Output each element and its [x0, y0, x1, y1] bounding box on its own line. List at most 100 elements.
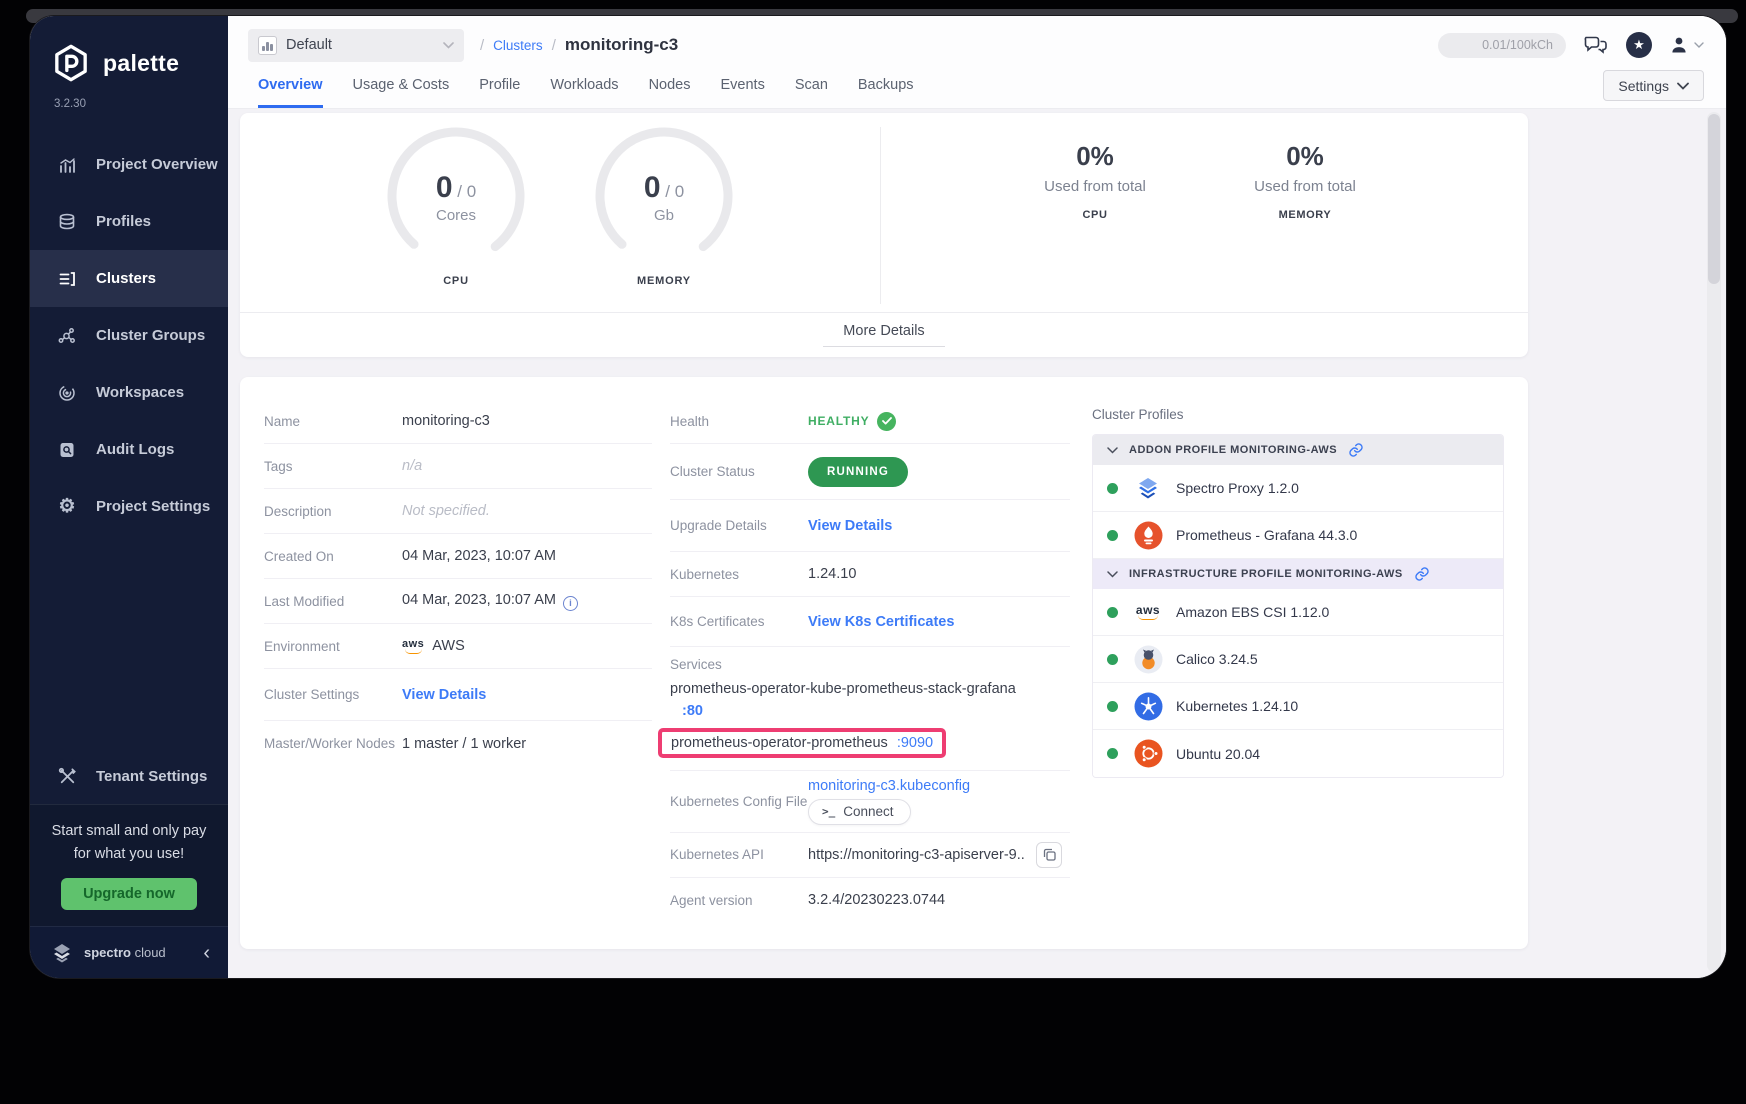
tab-backups[interactable]: Backups	[858, 66, 914, 108]
connect-button[interactable]: >_ Connect	[808, 799, 911, 825]
sidebar-item-label: Profiles	[96, 213, 151, 230]
cluster-tabs: Overview Usage & Costs Profile Workloads…	[258, 66, 914, 108]
profile-item-prometheus-grafana[interactable]: Prometheus - Grafana 44.3.0	[1093, 512, 1503, 559]
ubuntu-icon	[1133, 739, 1163, 769]
sidebar-item-audit-logs[interactable]: Audit Logs	[30, 421, 228, 478]
tags-value: n/a	[402, 458, 422, 474]
cluster-list-icon	[56, 268, 78, 290]
sidebar-item-clusters[interactable]: Clusters	[30, 250, 228, 307]
user-icon	[1669, 35, 1689, 55]
row-description: Description Not specified.	[264, 489, 652, 534]
service-grafana-port-link[interactable]: :80	[670, 701, 1070, 721]
tab-profile[interactable]: Profile	[479, 66, 520, 108]
created-on-value: 04 Mar, 2023, 10:07 AM	[402, 548, 556, 564]
memory-gauge: 0 / 0 Gb MEMORY	[591, 123, 737, 269]
status-dot	[1107, 483, 1118, 494]
view-k8s-certificates-link[interactable]: View K8s Certificates	[808, 614, 954, 630]
tab-usage-costs[interactable]: Usage & Costs	[353, 66, 450, 108]
profile-item-amazon-ebs-csi[interactable]: aws Amazon EBS CSI 1.12.0	[1093, 589, 1503, 636]
sidebar-item-tenant-settings[interactable]: Tenant Settings	[30, 748, 228, 804]
status-dot	[1107, 654, 1118, 665]
usage-meter: 0.01/100kCh	[1438, 33, 1566, 58]
spectro-cloud-logo-icon	[50, 941, 74, 965]
tab-overview[interactable]: Overview	[258, 66, 323, 108]
service-prometheus-port-link[interactable]: :9090	[897, 735, 933, 751]
metrics-divider	[880, 127, 881, 304]
cluster-settings-link[interactable]: View Details	[402, 687, 486, 703]
cpu-gauge-label: CPU	[383, 275, 529, 287]
metrics-card: 0 / 0 Cores CPU 0 / 0	[240, 113, 1528, 357]
scrollbar-track[interactable]	[1707, 112, 1721, 972]
nodes-icon	[56, 325, 78, 347]
row-last-modified: Last Modified 04 Mar, 2023, 10:07 AMi	[264, 579, 652, 624]
row-cluster-status: Cluster Status RUNNING	[670, 444, 1070, 500]
profile-item-spectro-proxy[interactable]: Spectro Proxy 1.2.0	[1093, 465, 1503, 512]
sidebar-item-cluster-groups[interactable]: Cluster Groups	[30, 307, 228, 364]
app-version: 3.2.30	[30, 84, 228, 110]
profile-item-calico[interactable]: Calico 3.24.5	[1093, 636, 1503, 683]
kubernetes-api-value: https://monitoring-c3-apiserver-9...	[808, 847, 1026, 863]
tab-nodes[interactable]: Nodes	[649, 66, 691, 108]
cluster-profiles-title: Cluster Profiles	[1092, 407, 1504, 422]
profile-item-kubernetes[interactable]: Kubernetes 1.24.10	[1093, 683, 1503, 730]
star-badge-icon[interactable]: ★	[1626, 32, 1652, 58]
infrastructure-profile-header[interactable]: INFRASTRUCTURE PROFILE MONITORING-AWS	[1093, 559, 1503, 589]
memory-gauge-unit: Gb	[591, 207, 737, 224]
sidebar-item-label: Project Settings	[96, 498, 210, 515]
row-upgrade-details: Upgrade Details View Details	[670, 500, 1070, 552]
kubernetes-version-value: 1.24.10	[808, 566, 856, 582]
row-agent-version: Agent version 3.2.4/20230223.0744	[670, 878, 1070, 923]
app-window: palette 3.2.30 Project Overview	[30, 16, 1726, 978]
tab-events[interactable]: Events	[720, 66, 764, 108]
row-name: Name monitoring-c3	[264, 399, 652, 444]
sidebar-collapse-icon[interactable]: ‹	[203, 943, 210, 963]
chevron-down-icon	[1677, 82, 1689, 90]
layers-icon	[56, 211, 78, 233]
status-dot	[1107, 701, 1118, 712]
aws-icon: aws	[402, 639, 424, 654]
project-chart-icon	[258, 36, 277, 55]
scrollbar-thumb[interactable]	[1708, 114, 1720, 284]
row-cluster-settings: Cluster Settings View Details	[264, 669, 652, 721]
more-details-button[interactable]: More Details	[823, 323, 944, 347]
cpu-gauge: 0 / 0 Cores CPU	[383, 123, 529, 269]
project-selector-value: Default	[286, 37, 434, 53]
terminal-prompt-icon: >_	[822, 805, 835, 818]
settings-button[interactable]: Settings	[1603, 70, 1704, 101]
chat-icon[interactable]	[1583, 34, 1609, 56]
aws-icon: aws	[1133, 597, 1163, 627]
link-icon[interactable]	[1348, 442, 1364, 458]
copy-icon[interactable]	[1036, 842, 1062, 868]
user-menu[interactable]	[1669, 35, 1704, 55]
row-environment: Environment aws AWS	[264, 624, 652, 669]
tab-workloads[interactable]: Workloads	[550, 66, 618, 108]
sidebar-item-workspaces[interactable]: Workspaces	[30, 364, 228, 421]
highlighted-service-prometheus: prometheus-operator-prometheus :9090	[658, 728, 946, 758]
calico-icon	[1133, 644, 1163, 674]
header: Default / Clusters / monitoring-c3 0.01/…	[228, 16, 1726, 109]
agent-version-value: 3.2.4/20230223.0744	[808, 892, 945, 908]
project-selector[interactable]: Default	[248, 29, 464, 62]
sidebar-item-project-settings[interactable]: ⚙ Project Settings	[30, 478, 228, 535]
upgrade-details-link[interactable]: View Details	[808, 518, 892, 534]
breadcrumb: / Clusters / monitoring-c3	[480, 35, 678, 55]
kubeconfig-file-link[interactable]: monitoring-c3.kubeconfig	[808, 778, 970, 794]
chevron-down-icon	[1107, 447, 1118, 454]
breadcrumb-clusters-link[interactable]: Clusters	[493, 38, 543, 53]
service-grafana: prometheus-operator-kube-prometheus-stac…	[670, 679, 1070, 722]
upgrade-now-button[interactable]: Upgrade now	[61, 878, 197, 910]
addon-profile-header[interactable]: ADDON PROFILE MONITORING-AWS	[1093, 435, 1503, 465]
sidebar-item-project-overview[interactable]: Project Overview	[30, 136, 228, 193]
link-icon[interactable]	[1414, 566, 1430, 582]
info-icon[interactable]: i	[563, 596, 578, 611]
profile-item-ubuntu[interactable]: Ubuntu 20.04	[1093, 730, 1503, 777]
last-modified-value: 04 Mar, 2023, 10:07 AMi	[402, 592, 578, 611]
cluster-info-column: Name monitoring-c3 Tags n/a Description …	[264, 395, 652, 923]
tab-scan[interactable]: Scan	[795, 66, 828, 108]
content: 0 / 0 Cores CPU 0 / 0	[228, 109, 1726, 978]
sidebar-item-profiles[interactable]: Profiles	[30, 193, 228, 250]
cluster-name-value: monitoring-c3	[402, 413, 490, 429]
services-block: Services prometheus-operator-kube-promet…	[670, 647, 1070, 771]
tools-icon	[56, 765, 78, 787]
sidebar-item-label: Cluster Groups	[96, 327, 205, 344]
